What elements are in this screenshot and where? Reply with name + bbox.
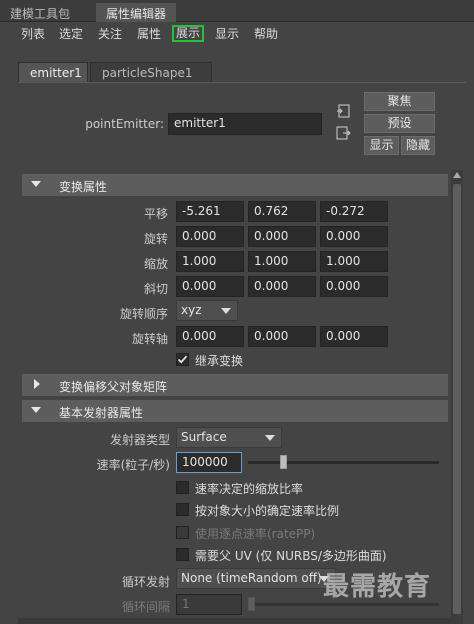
section-transform-attributes[interactable]: 变换属性 xyxy=(22,174,448,196)
panel-tab-bar: 建模工具包 属性编辑器 xyxy=(0,0,474,22)
menu-display[interactable]: 显示 xyxy=(215,26,239,44)
translate-z-field[interactable]: -0.272 xyxy=(320,201,388,222)
use-per-point-rates-checkbox: 使用逐点速率(ratePP) xyxy=(176,525,376,541)
tab-attribute-editor[interactable]: 属性编辑器 xyxy=(96,3,177,22)
tab-modeling-toolkit[interactable]: 建模工具包 xyxy=(0,3,80,22)
cycle-emission-value: None (timeRandom off) xyxy=(181,571,322,585)
hide-button[interactable]: 隐藏 xyxy=(401,136,435,155)
checkbox-label: 使用逐点速率(ratePP) xyxy=(195,527,316,541)
load-attributes-icon[interactable] xyxy=(336,104,352,118)
show-button[interactable]: 显示 xyxy=(364,136,399,155)
watermark-text: 最需教育 xyxy=(323,572,432,602)
copy-tab-icon[interactable] xyxy=(336,126,352,140)
rotate-axis-z-field[interactable]: 0.000 xyxy=(320,326,388,347)
preset-button[interactable]: 预设 xyxy=(364,114,435,133)
rotate-label: 旋转 xyxy=(143,232,168,246)
menu-bar: 列表 选定 关注 属性 展示 显示 帮助 xyxy=(0,22,474,46)
rotate-y-field[interactable]: 0.000 xyxy=(248,226,316,247)
rotate-order-label: 旋转顺序 xyxy=(119,307,168,321)
need-parent-uv-checkbox[interactable]: 需要父 UV (仅 NURBS/多边形曲面) xyxy=(176,547,426,563)
translate-label: 平移 xyxy=(143,207,168,221)
scale-rate-by-object-size-checkbox[interactable]: 按对象大小的确定速率比例 xyxy=(176,502,376,518)
menu-attributes[interactable]: 属性 xyxy=(137,26,161,44)
emitter-type-value: Surface xyxy=(181,430,227,444)
inherit-transform-label: 继承变换 xyxy=(195,354,244,368)
chevron-down-icon xyxy=(265,435,275,441)
cycle-interval-field: 1 xyxy=(176,594,242,615)
tab-particleshape1[interactable]: particleShape1 xyxy=(90,62,212,82)
emitter-type-label: 发射器类型 xyxy=(109,433,170,447)
rate-label: 速率(粒子/秒) xyxy=(96,458,170,472)
shear-y-field[interactable]: 0.000 xyxy=(248,276,316,297)
checkbox-label: 需要父 UV (仅 NURBS/多边形曲面) xyxy=(195,549,387,563)
translate-y-field[interactable]: 0.762 xyxy=(248,201,316,222)
checkmark-icon xyxy=(177,355,188,364)
node-type-label: pointEmitter: xyxy=(85,117,164,131)
checkbox-box xyxy=(176,353,189,366)
rotate-order-dropdown[interactable]: xyz xyxy=(176,300,238,321)
section-offset-parent-matrix[interactable]: 变换偏移父对象矩阵 xyxy=(22,374,448,396)
menu-selected[interactable]: 选定 xyxy=(59,26,83,44)
cycle-interval-label: 循环间隔 xyxy=(121,600,170,614)
checkbox-box xyxy=(176,548,189,561)
cycle-interval-slider-handle xyxy=(248,597,255,611)
rate-size-scale-checkbox[interactable]: 速率决定的缩放比率 xyxy=(176,480,376,496)
scale-label: 缩放 xyxy=(143,257,168,271)
menu-help[interactable]: 帮助 xyxy=(254,26,278,44)
vertical-scrollbar[interactable] xyxy=(451,170,463,624)
section-basic-emitter-attributes[interactable]: 基本发射器属性 xyxy=(22,400,448,422)
section-title: 变换属性 xyxy=(59,180,108,194)
shear-label: 斜切 xyxy=(143,282,168,296)
cycle-emission-dropdown[interactable]: None (timeRandom off) xyxy=(176,568,336,589)
rotate-axis-x-field[interactable]: 0.000 xyxy=(176,326,244,347)
scrollbar-thumb[interactable] xyxy=(453,184,461,614)
menu-list[interactable]: 列表 xyxy=(21,26,45,44)
tab-emitter1[interactable]: emitter1 xyxy=(18,62,88,82)
rate-slider-track[interactable] xyxy=(248,461,439,464)
cycle-emission-label: 循环发射 xyxy=(121,575,170,589)
checkbox-box xyxy=(176,481,189,494)
scale-y-field[interactable]: 1.000 xyxy=(248,251,316,272)
rate-field[interactable]: 100000 xyxy=(176,452,242,473)
checkbox-box xyxy=(176,503,189,516)
node-name-field[interactable]: emitter1 xyxy=(168,113,322,135)
rotate-x-field[interactable]: 0.000 xyxy=(176,226,244,247)
checkbox-label: 速率决定的缩放比率 xyxy=(195,482,304,496)
rate-slider-handle[interactable] xyxy=(280,455,288,469)
collapse-arrow-icon xyxy=(31,407,41,413)
menu-show-highlighted[interactable]: 展示 xyxy=(172,25,205,42)
menu-focus[interactable]: 关注 xyxy=(98,26,122,44)
checkbox-box xyxy=(176,526,189,539)
shear-z-field[interactable]: 0.000 xyxy=(320,276,388,297)
expand-arrow-icon xyxy=(34,379,40,389)
inherit-transform-checkbox[interactable]: 继承变换 xyxy=(176,352,296,368)
focus-button[interactable]: 聚焦 xyxy=(364,92,435,111)
scroll-up-arrow-icon[interactable] xyxy=(453,172,461,178)
rotate-z-field[interactable]: 0.000 xyxy=(320,226,388,247)
chevron-down-icon xyxy=(221,308,231,314)
panel-bottom-edge xyxy=(18,618,458,624)
translate-x-field[interactable]: -5.261 xyxy=(176,201,244,222)
section-title: 变换偏移父对象矩阵 xyxy=(59,380,168,394)
rotate-axis-y-field[interactable]: 0.000 xyxy=(248,326,316,347)
collapse-arrow-icon xyxy=(31,181,41,187)
rotate-order-value: xyz xyxy=(181,303,202,317)
checkbox-label: 按对象大小的确定速率比例 xyxy=(195,504,340,518)
scale-x-field[interactable]: 1.000 xyxy=(176,251,244,272)
emitter-type-dropdown[interactable]: Surface xyxy=(176,427,282,448)
scale-z-field[interactable]: 1.000 xyxy=(320,251,388,272)
section-title: 基本发射器属性 xyxy=(59,406,144,420)
shear-x-field[interactable]: 0.000 xyxy=(176,276,244,297)
cycle-interval-slider-track xyxy=(248,603,439,606)
rotate-axis-label: 旋转轴 xyxy=(131,332,168,346)
